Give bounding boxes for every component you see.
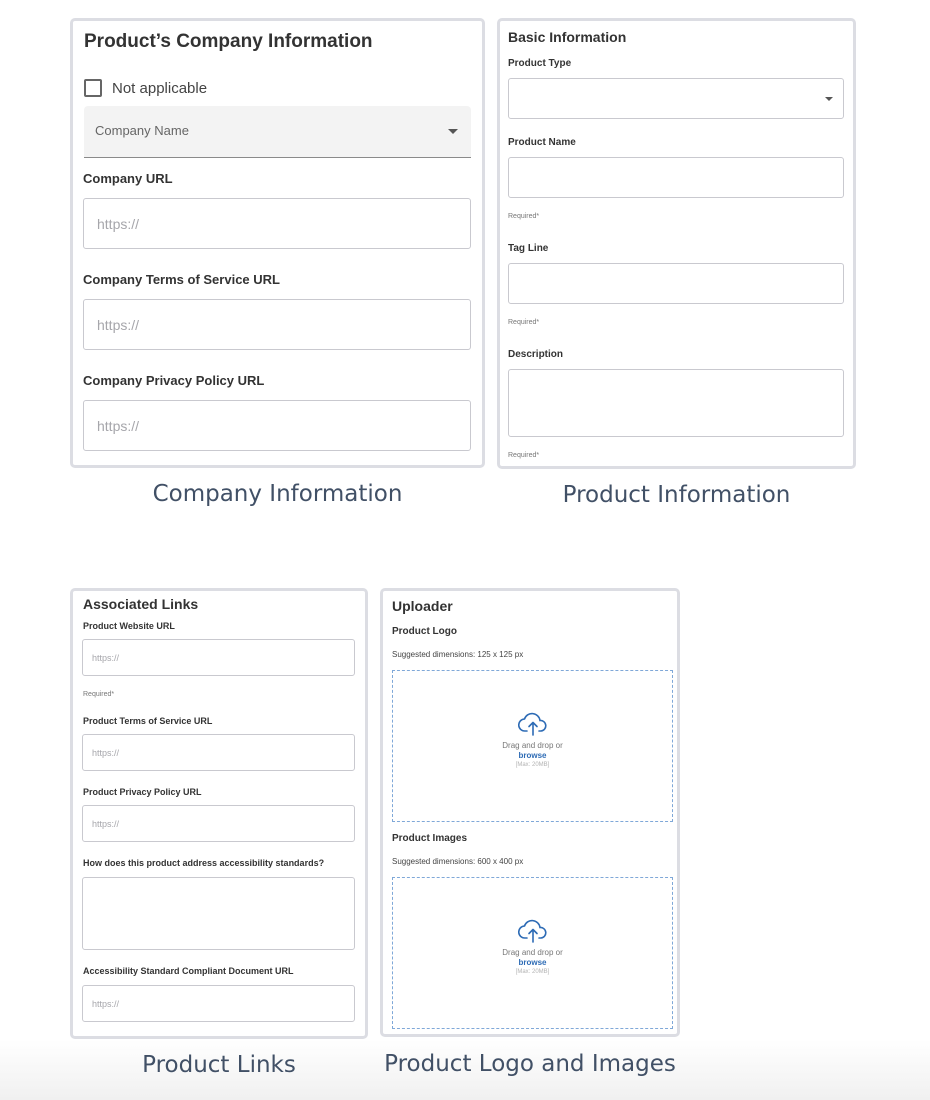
product-name-hint: Required* <box>508 213 540 220</box>
product-name-input[interactable] <box>508 157 844 198</box>
product-links-caption: Product Links <box>142 1052 296 1078</box>
product-tos-input[interactable]: https:// <box>82 734 355 771</box>
company-info-panel: Product’s Company Information Not applic… <box>70 18 485 468</box>
company-privacy-label: Company Privacy Policy URL <box>83 373 265 388</box>
not-applicable-label: Not applicable <box>112 80 208 97</box>
product-tos-placeholder: https:// <box>92 747 120 758</box>
cloud-upload-icon <box>517 919 547 943</box>
company-panel-title: Product’s Company Information <box>84 31 373 52</box>
company-url-label: Company URL <box>83 171 173 186</box>
links-panel-title: Associated Links <box>83 596 199 612</box>
product-privacy-placeholder: https:// <box>92 818 120 829</box>
accessibility-doc-label: Accessibility Standard Compliant Documen… <box>83 966 294 976</box>
product-info-panel: Basic Information Product Type Product N… <box>497 18 856 469</box>
product-info-caption: Product Information <box>562 482 791 508</box>
product-name-label: Product Name <box>508 137 576 148</box>
logo-max-size: [Max: 20MB] <box>515 762 550 768</box>
company-info-caption: Company Information <box>152 481 403 507</box>
product-type-label: Product Type <box>508 58 572 69</box>
product-privacy-input[interactable]: https:// <box>82 805 355 842</box>
company-tos-input[interactable]: https:// <box>83 299 471 350</box>
company-tos-label: Company Terms of Service URL <box>83 272 280 287</box>
cloud-upload-icon <box>517 712 547 736</box>
product-type-select[interactable] <box>508 78 844 119</box>
tagline-hint: Required* <box>508 319 540 326</box>
product-logo-label: Product Logo <box>392 626 457 637</box>
company-privacy-input[interactable]: https:// <box>83 400 471 451</box>
description-textarea[interactable] <box>508 369 844 437</box>
company-url-placeholder: https:// <box>97 215 140 232</box>
product-panel-title: Basic Information <box>508 29 627 45</box>
caret-down-icon <box>448 129 458 134</box>
images-drop-text: Drag and drop or <box>502 948 563 957</box>
images-browse-link[interactable]: browse <box>393 958 672 967</box>
description-label: Description <box>508 349 564 360</box>
product-website-label: Product Website URL <box>83 621 175 631</box>
product-privacy-label: Product Privacy Policy URL <box>83 787 202 797</box>
caret-down-icon <box>825 97 833 101</box>
logo-dropzone[interactable]: Drag and drop or browse [Max: 20MB] <box>392 670 673 822</box>
company-name-placeholder: Company Name <box>95 123 189 138</box>
product-images-label: Product Images <box>392 833 468 844</box>
product-website-input[interactable]: https:// <box>82 639 355 676</box>
company-tos-placeholder: https:// <box>97 316 140 333</box>
accessibility-label: How does this product address accessibil… <box>83 858 325 868</box>
product-website-placeholder: https:// <box>92 652 120 663</box>
description-hint: Required* <box>508 452 540 459</box>
associated-links-panel: Associated Links Product Website URL htt… <box>70 588 368 1039</box>
product-logo-images-caption: Product Logo and Images <box>384 1051 676 1077</box>
company-url-input[interactable]: https:// <box>83 198 471 249</box>
images-max-size: [Max: 20MB] <box>515 969 550 975</box>
logo-browse-link[interactable]: browse <box>393 751 672 760</box>
uploader-panel: Uploader Product Logo Suggested dimensio… <box>380 588 680 1037</box>
company-name-select[interactable]: Company Name <box>84 106 471 158</box>
accessibility-doc-placeholder: https:// <box>92 998 120 1009</box>
images-dropzone[interactable]: Drag and drop or browse [Max: 20MB] <box>392 877 673 1029</box>
product-logo-dims: Suggested dimensions: 125 x 125 px <box>392 650 524 659</box>
accessibility-textarea[interactable] <box>82 877 355 950</box>
tagline-input[interactable] <box>508 263 844 304</box>
accessibility-doc-input[interactable]: https:// <box>82 985 355 1022</box>
not-applicable-checkbox[interactable] <box>84 79 102 97</box>
product-website-hint: Required* <box>83 691 115 698</box>
product-tos-label: Product Terms of Service URL <box>83 716 213 726</box>
product-images-dims: Suggested dimensions: 600 x 400 px <box>392 857 524 866</box>
logo-drop-text: Drag and drop or <box>502 741 563 750</box>
uploader-panel-title: Uploader <box>392 598 453 614</box>
tagline-label: Tag Line <box>508 243 549 254</box>
company-privacy-placeholder: https:// <box>97 417 140 434</box>
